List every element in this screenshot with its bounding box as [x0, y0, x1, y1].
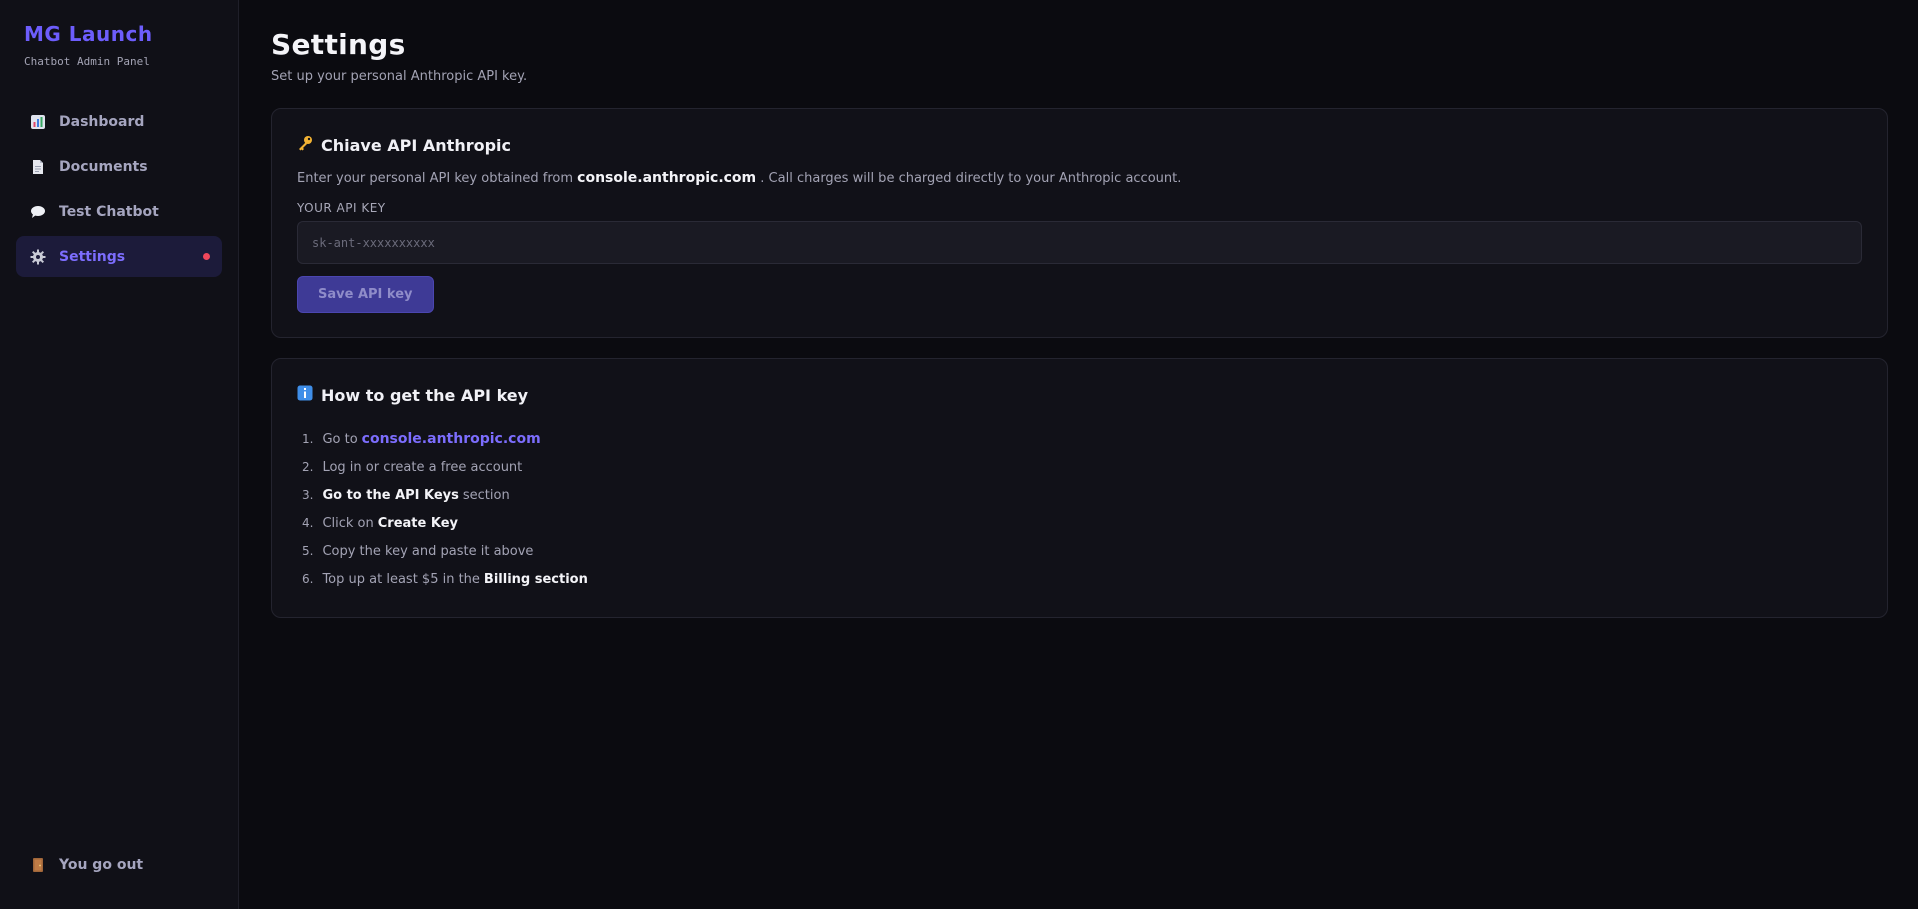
desc-text: Enter your personal API key obtained fro… [297, 171, 574, 186]
list-item: 6. Top up at least $5 in the Billing sec… [297, 565, 1862, 593]
step-bold-text: Go to the API Keys [322, 487, 459, 503]
logout-label: You go out [59, 856, 144, 873]
page-title: Settings [271, 28, 406, 61]
howto-card: How to get the API key 1. Go to console.… [271, 358, 1888, 618]
sidebar-item-documents[interactable]: Documents [16, 146, 222, 187]
list-item: 3. Go to the API Keys section [297, 481, 1862, 509]
app-root: MG Launch Chatbot Admin Panel Dashboard [0, 0, 1918, 909]
step-text: Log in or create a free account [322, 459, 523, 475]
step-text: Top up at least $5 in the [322, 571, 480, 587]
info-icon [297, 385, 313, 405]
console-link[interactable]: console.anthropic.com [362, 431, 541, 447]
card-title-text: Chiave API Anthropic [321, 135, 512, 155]
card-title-text: How to get the API key [321, 385, 529, 405]
step-text: section [462, 487, 510, 503]
step-text: Copy the key and paste it above [322, 543, 534, 559]
step-number: 2. [302, 460, 314, 474]
card-title: Chiave API Anthropic [297, 135, 1862, 155]
logout-button[interactable]: You go out [16, 844, 222, 885]
door-icon [29, 856, 47, 874]
brand-title: MG Launch [24, 22, 153, 46]
step-number: 6. [302, 572, 314, 586]
step-text: Go to [322, 431, 358, 447]
api-key-description: Enter your personal API key obtained fro… [297, 170, 1862, 186]
sidebar-item-test-chatbot[interactable]: Test Chatbot [16, 191, 222, 232]
sidebar-item-label: Documents [59, 158, 148, 175]
step-number: 4. [302, 516, 314, 530]
sidebar-item-label: Dashboard [59, 113, 145, 130]
sidebar-item-label: Settings [59, 248, 126, 265]
logout-container: You go out [16, 844, 222, 885]
list-item: 4. Click on Create Key [297, 509, 1862, 537]
main-content: Settings Set up your personal Anthropic … [239, 0, 1918, 909]
gear-icon [29, 248, 47, 266]
step-text: Click on [322, 515, 374, 531]
step-number: 5. [302, 544, 314, 558]
brand-subtitle: Chatbot Admin Panel [24, 55, 150, 68]
card-title: How to get the API key [297, 385, 1862, 405]
api-key-input[interactable] [297, 221, 1862, 264]
list-item: 2. Log in or create a free account [297, 453, 1862, 481]
list-item: 5. Copy the key and paste it above [297, 537, 1862, 565]
step-bold-text: Billing section [483, 571, 588, 587]
sidebar-item-dashboard[interactable]: Dashboard [16, 101, 222, 142]
page-subtitle: Set up your personal Anthropic API key. [271, 69, 528, 84]
speech-bubble-icon [29, 203, 47, 221]
bar-chart-icon [29, 113, 47, 131]
sidebar-item-settings[interactable]: Settings [16, 236, 222, 277]
save-api-key-button[interactable]: Save API key [297, 276, 434, 313]
sidebar-item-label: Test Chatbot [59, 203, 159, 220]
key-icon [297, 135, 313, 155]
step-number: 1. [302, 432, 314, 446]
list-item: 1. Go to console.anthropic.com [297, 425, 1862, 453]
desc-text-after: . Call charges will be charged directly … [760, 171, 1182, 186]
step-bold-text: Create Key [377, 515, 458, 531]
document-icon [29, 158, 47, 176]
sidebar: MG Launch Chatbot Admin Panel Dashboard [0, 0, 239, 909]
api-key-card: Chiave API Anthropic Enter your personal… [271, 108, 1888, 338]
console-link[interactable]: console.anthropic.com [577, 170, 756, 186]
api-key-label: YOUR API KEY [297, 201, 386, 215]
notification-dot [203, 253, 210, 260]
sidebar-nav: Dashboard Documents Test Chatbot Setting… [16, 101, 222, 277]
steps-list: 1. Go to console.anthropic.com 2. Log in… [297, 425, 1862, 593]
step-number: 3. [302, 488, 314, 502]
